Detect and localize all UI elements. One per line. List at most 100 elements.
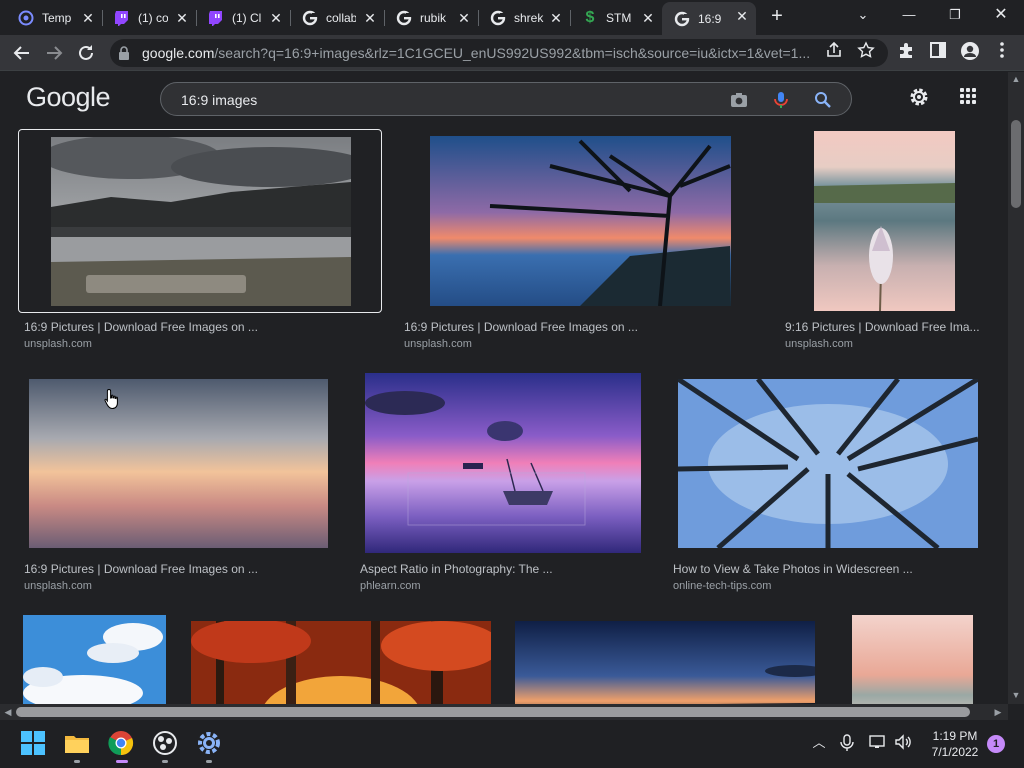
close-window-icon[interactable]: ✕ — [986, 4, 1016, 26]
address-bar[interactable]: google.com/search?q=16:9+images&rlz=1C1G… — [110, 39, 888, 67]
scroll-down-icon[interactable]: ▼ — [1011, 690, 1021, 700]
chrome-icon[interactable] — [108, 730, 134, 756]
close-icon[interactable]: ✕ — [80, 10, 96, 26]
trees-sky-image — [678, 379, 978, 548]
google-icon — [490, 10, 506, 26]
pastel-horizon-image — [29, 379, 328, 548]
side-panel-icon[interactable] — [926, 41, 950, 65]
tab-shrek[interactable]: shrek ✕ — [478, 4, 570, 32]
result-image-1[interactable] — [18, 129, 382, 313]
result-image-5[interactable] — [365, 373, 641, 553]
result-title[interactable]: 9:16 Pictures | Download Free Ima... — [785, 320, 985, 334]
result-image-2[interactable] — [430, 136, 731, 306]
tab-rubik[interactable]: rubik ✕ — [384, 4, 478, 32]
close-icon[interactable]: ✕ — [640, 10, 656, 26]
hand-cursor-icon — [104, 388, 120, 410]
apps-grid-icon[interactable] — [958, 86, 980, 108]
share-icon[interactable] — [822, 41, 846, 65]
camera-icon[interactable] — [729, 90, 749, 110]
tab-search-icon[interactable]: ⌄ — [848, 4, 878, 26]
tab-twitch-1[interactable]: (1) co ✕ — [102, 4, 196, 32]
horizontal-scroll-thumb[interactable] — [16, 707, 970, 717]
screen: Temp ✕ (1) co ✕ (1) Cl ✕ collab ✕ rubik … — [0, 0, 1024, 768]
extensions-icon[interactable] — [894, 41, 918, 65]
app-running-indicator — [206, 760, 212, 763]
back-icon[interactable] — [10, 41, 34, 65]
menu-kebab-icon[interactable] — [990, 41, 1014, 65]
bookmark-star-icon[interactable] — [854, 41, 878, 65]
result-image-3[interactable] — [814, 131, 955, 311]
file-explorer-icon[interactable] — [64, 730, 90, 756]
tab-title: Temp — [42, 11, 72, 25]
result-title[interactable]: 16:9 Pictures | Download Free Images on … — [404, 320, 754, 334]
new-tab-button[interactable]: + — [766, 6, 788, 28]
result-image-10[interactable] — [852, 615, 973, 704]
close-icon[interactable]: ✕ — [548, 10, 564, 26]
clock[interactable]: 1:19 PM 7/1/2022 — [920, 728, 990, 760]
scroll-right-icon[interactable]: ▶ — [993, 707, 1003, 717]
tab-title: (1) co — [138, 11, 168, 25]
profile-avatar-icon[interactable] — [958, 41, 982, 65]
close-icon[interactable]: ✕ — [362, 10, 378, 26]
clock-date: 7/1/2022 — [931, 745, 979, 759]
url-text: google.com/search?q=16:9+images&rlz=1C1G… — [142, 45, 822, 61]
result-image-9[interactable] — [515, 621, 815, 704]
result-source[interactable]: unsplash.com — [404, 338, 472, 350]
volume-icon[interactable] — [894, 734, 912, 752]
tab-title: 16:9 — [698, 11, 722, 26]
forward-icon[interactable] — [42, 41, 66, 65]
tab-temp[interactable]: Temp ✕ — [6, 4, 102, 32]
result-source[interactable]: online-tech-tips.com — [673, 580, 771, 592]
result-source[interactable]: unsplash.com — [24, 580, 92, 592]
scroll-up-icon[interactable]: ▲ — [1011, 74, 1021, 84]
chevron-up-icon[interactable]: ︿ — [810, 734, 828, 752]
obs-icon[interactable] — [152, 730, 178, 756]
result-image-6[interactable] — [678, 379, 978, 548]
vertical-scroll-thumb[interactable] — [1011, 120, 1021, 208]
windows-taskbar: ︿ 1:19 PM 7/1/2022 1 — [0, 720, 1024, 768]
lake-landscape-image — [51, 137, 351, 306]
notification-badge[interactable]: 1 — [987, 735, 1005, 753]
result-source[interactable]: unsplash.com — [24, 338, 92, 350]
close-icon[interactable]: ✕ — [456, 10, 472, 26]
boat-sunset-image — [365, 373, 641, 553]
image-results: 16:9 Pictures | Download Free Images on … — [0, 126, 1008, 704]
result-image-7[interactable] — [23, 615, 166, 704]
url-host: google.com — [142, 45, 215, 61]
microphone-icon[interactable] — [771, 90, 791, 110]
tab-stm[interactable]: $ STM ✕ — [570, 4, 662, 32]
tab-title: (1) Cl — [232, 11, 262, 25]
google-icon — [396, 10, 412, 26]
result-title[interactable]: Aspect Ratio in Photography: The ... — [360, 562, 660, 576]
tab-strip: Temp ✕ (1) co ✕ (1) Cl ✕ collab ✕ rubik … — [0, 0, 1024, 35]
result-image-8[interactable] — [191, 621, 491, 704]
restore-icon[interactable]: ❐ — [940, 4, 970, 26]
windows-start-icon[interactable] — [20, 730, 46, 756]
gear-icon[interactable] — [908, 86, 930, 108]
flower-lake-image — [814, 131, 955, 311]
search-box[interactable] — [160, 82, 852, 116]
result-image-4[interactable] — [29, 379, 328, 548]
minimize-icon[interactable]: — — [894, 4, 924, 26]
result-title[interactable]: How to View & Take Photos in Widescreen … — [673, 562, 1003, 576]
settings-gear-icon[interactable] — [196, 730, 222, 756]
tab-twitch-2[interactable]: (1) Cl ✕ — [196, 4, 290, 32]
result-source[interactable]: unsplash.com — [785, 338, 853, 350]
search-icon[interactable] — [813, 90, 833, 110]
google-logo[interactable]: Google — [26, 82, 111, 113]
result-source[interactable]: phlearn.com — [360, 580, 421, 592]
reload-icon[interactable] — [74, 41, 98, 65]
close-icon[interactable]: ✕ — [268, 10, 284, 26]
tab-collab[interactable]: collab ✕ — [290, 4, 384, 32]
microphone-tray-icon[interactable] — [838, 734, 856, 752]
scroll-left-icon[interactable]: ◀ — [3, 707, 13, 717]
close-icon[interactable]: ✕ — [734, 8, 750, 24]
result-title[interactable]: 16:9 Pictures | Download Free Images on … — [24, 320, 374, 334]
search-input[interactable] — [181, 89, 721, 111]
close-icon[interactable]: ✕ — [174, 10, 190, 26]
circle-at-icon — [18, 10, 34, 26]
result-title[interactable]: 16:9 Pictures | Download Free Images on … — [24, 562, 374, 576]
network-icon[interactable] — [869, 734, 887, 752]
tab-16-9-active[interactable]: 16:9 ✕ — [662, 2, 756, 35]
app-active-indicator — [116, 760, 128, 763]
